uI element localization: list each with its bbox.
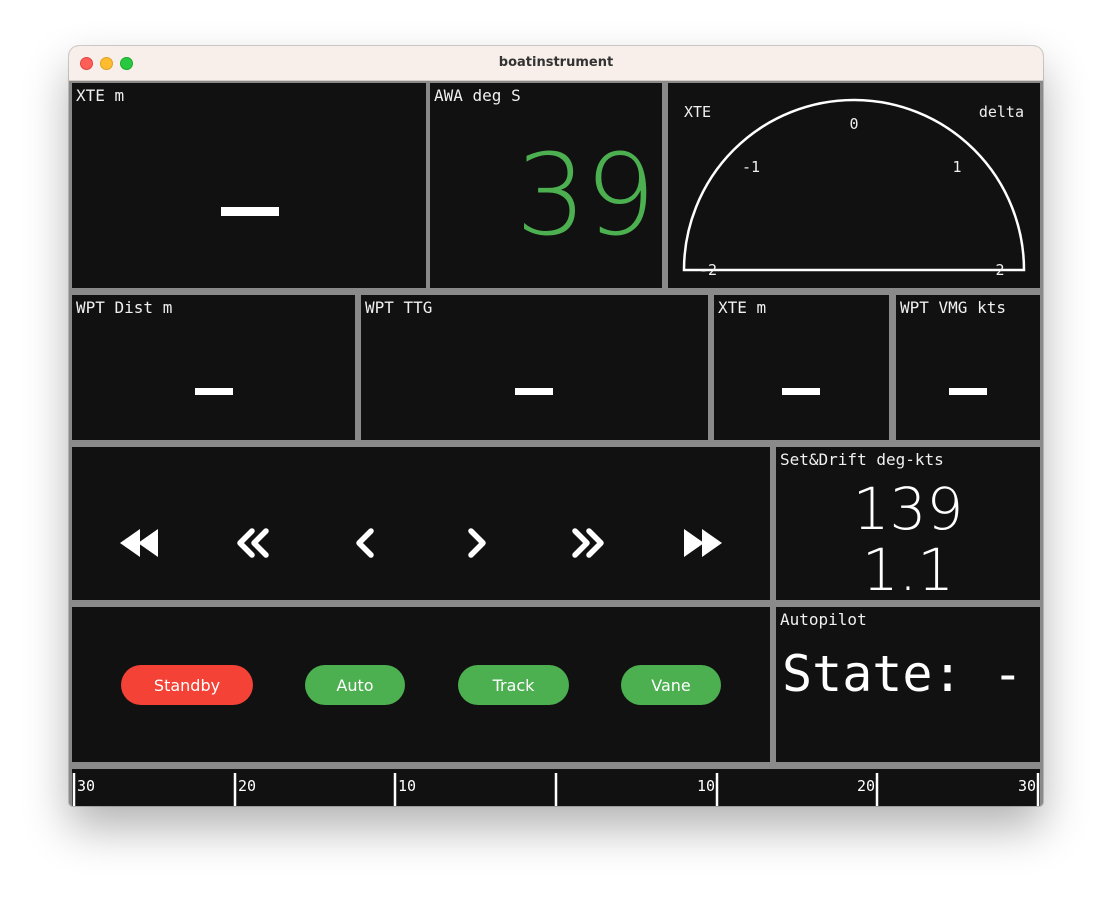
autopilot-controls-panel bbox=[72, 447, 770, 600]
wpt-vmg-value-dash bbox=[949, 388, 987, 395]
title-bar[interactable]: boatinstrument bbox=[69, 46, 1043, 81]
vane-button[interactable]: Vane bbox=[621, 665, 721, 705]
xte-label: XTE m bbox=[76, 86, 125, 105]
wpt-dist-panel[interactable]: WPT Dist m bbox=[72, 295, 355, 440]
autopilot-state: State: - bbox=[782, 645, 1023, 703]
double-left-icon[interactable] bbox=[229, 519, 277, 567]
xte-value-dash bbox=[221, 207, 279, 216]
double-right-icon[interactable] bbox=[564, 519, 612, 567]
gauge-tick-neg1: -1 bbox=[742, 158, 760, 176]
right-icon[interactable] bbox=[453, 519, 501, 567]
set-drift-label: Set&Drift deg-kts bbox=[780, 450, 944, 469]
awa-panel[interactable]: AWA deg S 39 bbox=[430, 83, 662, 288]
standby-button[interactable]: Standby bbox=[121, 665, 253, 705]
wpt-ttg-panel[interactable]: WPT TTG bbox=[361, 295, 708, 440]
xte-panel[interactable]: XTE m bbox=[72, 83, 426, 288]
xte-small-panel[interactable]: XTE m bbox=[714, 295, 889, 440]
autopilot-state-panel[interactable]: Autopilot State: - bbox=[776, 607, 1040, 762]
set-drift-panel[interactable]: Set&Drift deg-kts 139 1.1 bbox=[776, 447, 1040, 600]
gauge-left-label: XTE bbox=[684, 103, 711, 121]
scale-label-right-30: 30 bbox=[1017, 777, 1036, 795]
scale-label-right-20: 20 bbox=[856, 777, 875, 795]
scale-label-left-10: 10 bbox=[398, 777, 417, 795]
awa-value: 39 bbox=[515, 131, 656, 261]
wpt-ttg-value-dash bbox=[515, 388, 553, 395]
xte-scale-bar: 30 20 10 10 20 30 bbox=[72, 769, 1040, 806]
wpt-ttg-label: WPT TTG bbox=[365, 298, 433, 317]
wpt-vmg-panel[interactable]: WPT VMG kts bbox=[896, 295, 1040, 440]
gauge-tick-pos1: 1 bbox=[952, 158, 961, 176]
wpt-vmg-label: WPT VMG kts bbox=[900, 298, 1006, 317]
xte-gauge-panel[interactable]: XTE delta 0 -1 1 -2 2 bbox=[668, 83, 1040, 288]
app-window: boatinstrument XTE m AWA deg S 39 XTE de… bbox=[69, 46, 1043, 806]
xte-small-value-dash bbox=[782, 388, 820, 395]
scale-ticks bbox=[72, 773, 1040, 806]
set-value: 139 bbox=[852, 475, 964, 543]
scale-label-left-30: 30 bbox=[77, 777, 96, 795]
fast-rewind-icon[interactable] bbox=[116, 519, 164, 567]
gauge-right-label: delta bbox=[979, 103, 1024, 121]
gauge-tick-pos2: 2 bbox=[995, 261, 1004, 279]
autopilot-mode-panel: Standby Auto Track Vane bbox=[72, 607, 770, 762]
autopilot-label: Autopilot bbox=[780, 610, 867, 629]
wpt-dist-value-dash bbox=[195, 388, 233, 395]
gauge-tick-zero: 0 bbox=[849, 115, 858, 133]
xte-small-label: XTE m bbox=[718, 298, 767, 317]
drift-value: 1.1 bbox=[861, 536, 955, 604]
xte-gauge: XTE delta 0 -1 1 -2 2 bbox=[682, 98, 1026, 279]
left-icon[interactable] bbox=[341, 519, 389, 567]
gauge-tick-neg2: -2 bbox=[699, 261, 717, 279]
window-title: boatinstrument bbox=[498, 55, 614, 70]
scale-label-right-10: 10 bbox=[696, 777, 715, 795]
scale-label-left-20: 20 bbox=[238, 777, 257, 795]
awa-label: AWA deg S bbox=[434, 86, 521, 105]
auto-button[interactable]: Auto bbox=[305, 665, 405, 705]
wpt-dist-label: WPT Dist m bbox=[76, 298, 173, 317]
track-button[interactable]: Track bbox=[458, 665, 569, 705]
fast-forward-icon[interactable] bbox=[678, 519, 726, 567]
